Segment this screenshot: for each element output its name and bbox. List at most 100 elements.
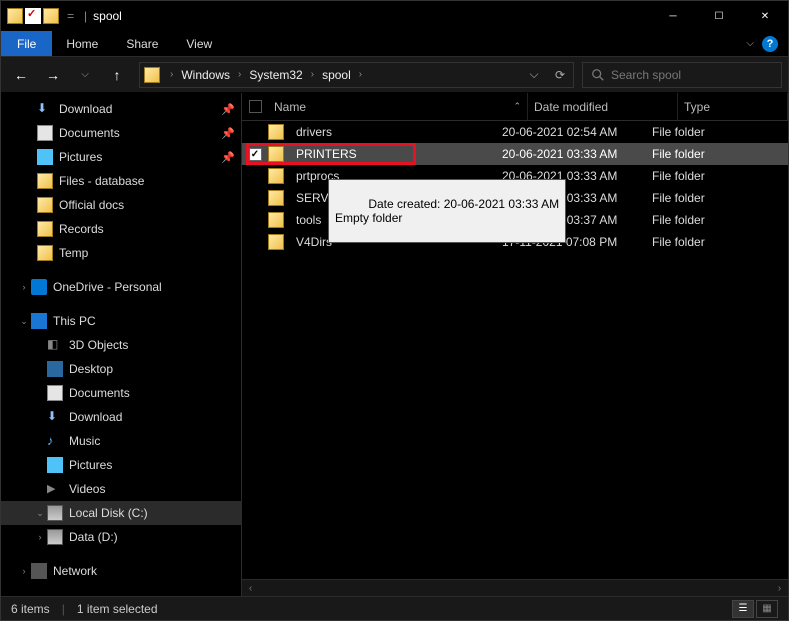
sidebar-item-onedrive[interactable]: › OneDrive - Personal [1, 275, 241, 299]
sidebar-item-quickaccess[interactable]: Files - database [1, 169, 241, 193]
sidebar-item-thispc-child[interactable]: › Data (D:) [1, 525, 241, 549]
thumbnails-view-button[interactable]: ▦ [756, 600, 778, 618]
drive-icon [47, 529, 63, 545]
chevron-right-icon[interactable]: › [307, 69, 318, 80]
status-item-count: 6 items [11, 602, 50, 616]
sidebar-label: Local Disk (C:) [69, 506, 148, 520]
chevron-down-icon[interactable]: ⌄ [17, 316, 31, 327]
sidebar-item-quickaccess[interactable]: Download📌 [1, 97, 241, 121]
sidebar-label: Videos [69, 482, 105, 496]
sidebar-item-quickaccess[interactable]: Pictures📌 [1, 145, 241, 169]
share-tab[interactable]: Share [112, 31, 172, 56]
breadcrumb-windows[interactable]: Windows [177, 68, 234, 82]
breadcrumb-spool[interactable]: spool [318, 68, 355, 82]
ribbon: File Home Share View ⌵ ? [1, 31, 788, 57]
column-type[interactable]: Type [678, 93, 788, 120]
status-selected-count: 1 item selected [77, 602, 158, 616]
sidebar-label: Pictures [69, 458, 112, 472]
select-all-checkbox[interactable] [249, 100, 262, 113]
back-button[interactable]: ← [7, 61, 35, 89]
sidebar-item-thispc[interactable]: ⌄ This PC [1, 309, 241, 333]
search-input[interactable]: Search spool [582, 62, 782, 88]
file-type: File folder [652, 235, 762, 249]
up-button[interactable]: ↑ [103, 61, 131, 89]
minimize-button[interactable]: ─ [650, 1, 696, 31]
horizontal-scrollbar[interactable]: ‹ › [242, 579, 788, 596]
recent-dropdown[interactable]: ⌵ [71, 61, 99, 89]
app-icon [7, 8, 23, 24]
navigation-pane[interactable]: Download📌Documents📌Pictures📌 Files - data… [1, 93, 242, 596]
sidebar-label: Data (D:) [69, 530, 118, 544]
nav-toolbar: ← → ⌵ ↑ › Windows › System32 › spool › ⌵… [1, 57, 788, 93]
status-bar: 6 items | 1 item selected ☰ ▦ [1, 596, 788, 620]
video-icon [47, 481, 63, 497]
chevron-right-icon[interactable]: › [355, 69, 366, 80]
chevron-right-icon[interactable]: › [17, 566, 31, 576]
sidebar-item-thispc-child[interactable]: Desktop [1, 357, 241, 381]
sidebar-item-thispc-child[interactable]: Download [1, 405, 241, 429]
chevron-right-icon[interactable]: › [166, 69, 177, 80]
close-button[interactable]: ✕ [742, 1, 788, 31]
sidebar-label: Download [59, 102, 112, 116]
sidebar-item-quickaccess[interactable]: Records [1, 217, 241, 241]
sidebar-item-thispc-child[interactable]: 3D Objects [1, 333, 241, 357]
file-list-pane: Name⌃ Date modified Type Date created: 2… [242, 93, 788, 596]
sidebar-item-quickaccess[interactable]: Official docs [1, 193, 241, 217]
chevron-right-icon[interactable]: › [17, 282, 31, 292]
maximize-button[interactable]: ☐ [696, 1, 742, 31]
sidebar-label: Download [69, 410, 122, 424]
title-separator: = [59, 9, 82, 23]
sidebar-item-thispc-child[interactable]: Documents [1, 381, 241, 405]
document-icon [47, 385, 63, 401]
folder-icon [268, 146, 284, 162]
onedrive-icon [31, 279, 47, 295]
tooltip: Date created: 20-06-2021 03:33 AMEmpty f… [328, 179, 566, 243]
sidebar-item-quickaccess[interactable]: Temp [1, 241, 241, 265]
home-tab[interactable]: Home [52, 31, 112, 56]
address-bar[interactable]: › Windows › System32 › spool › ⌵ ⟳ [139, 62, 574, 88]
sidebar-item-network[interactable]: › Network [1, 559, 241, 583]
scroll-right-button[interactable]: › [771, 580, 788, 597]
sidebar-label: Music [69, 434, 100, 448]
ribbon-expand-icon[interactable]: ⌵ [746, 38, 754, 49]
file-name: V4Dirs [296, 235, 332, 249]
file-type: File folder [652, 147, 762, 161]
sidebar-item-quickaccess[interactable]: Documents📌 [1, 121, 241, 145]
sidebar-item-thispc-child[interactable]: Music [1, 429, 241, 453]
sidebar-label: Records [59, 222, 104, 236]
folder-icon [268, 212, 284, 228]
folder-icon [268, 234, 284, 250]
file-tab[interactable]: File [1, 31, 52, 56]
details-view-button[interactable]: ☰ [732, 600, 754, 618]
sidebar-item-thispc-child[interactable]: Videos [1, 477, 241, 501]
folder-icon [37, 245, 53, 261]
chevron-right-icon[interactable]: › [234, 69, 245, 80]
folder-icon [268, 124, 284, 140]
file-row[interactable]: ✓PRINTERS20-06-2021 03:33 AMFile folder [242, 143, 788, 165]
address-dropdown-button[interactable]: ⌵ [521, 63, 547, 87]
column-name[interactable]: Name⌃ [268, 93, 528, 120]
file-row[interactable]: drivers20-06-2021 02:54 AMFile folder [242, 121, 788, 143]
scroll-left-button[interactable]: ‹ [242, 580, 259, 597]
forward-button[interactable]: → [39, 61, 67, 89]
qat-newfolder-icon[interactable] [43, 8, 59, 24]
folder-icon [37, 197, 53, 213]
breadcrumb-system32[interactable]: System32 [245, 68, 306, 82]
refresh-button[interactable]: ⟳ [547, 63, 573, 87]
folder-icon [268, 168, 284, 184]
chevron-right-icon[interactable]: › [33, 532, 47, 542]
qat-properties-icon[interactable] [25, 8, 41, 24]
view-tab[interactable]: View [172, 31, 226, 56]
file-date: 20-06-2021 02:54 AM [502, 125, 652, 139]
file-date: 20-06-2021 03:33 AM [502, 147, 652, 161]
sidebar-label: Files - database [59, 174, 144, 188]
chevron-down-icon[interactable]: ⌄ [33, 508, 47, 519]
file-list[interactable]: Date created: 20-06-2021 03:33 AMEmpty f… [242, 121, 788, 253]
column-date[interactable]: Date modified [528, 93, 678, 120]
sidebar-item-thispc-child[interactable]: ⌄ Local Disk (C:) [1, 501, 241, 525]
help-button[interactable]: ? [762, 36, 778, 52]
folder-icon [37, 173, 53, 189]
row-checkbox[interactable]: ✓ [249, 148, 262, 161]
3d-icon [47, 337, 63, 353]
sidebar-item-thispc-child[interactable]: Pictures [1, 453, 241, 477]
